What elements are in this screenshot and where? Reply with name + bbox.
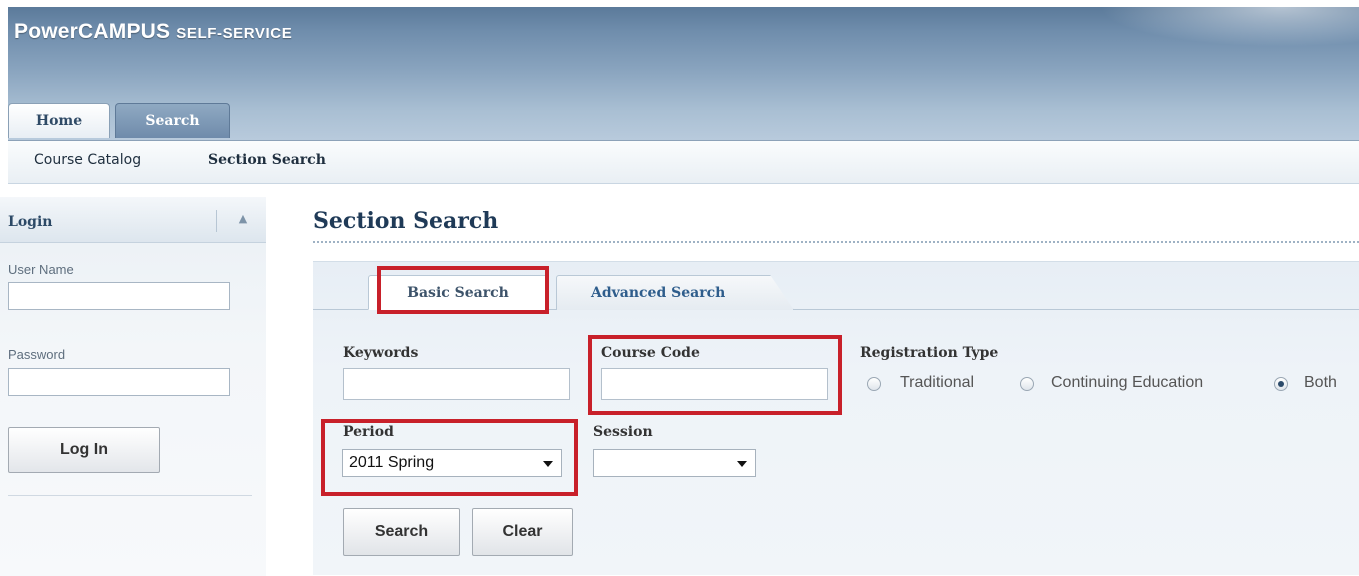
period-select[interactable]: 2011 Spring bbox=[342, 449, 562, 477]
nav-course-catalog[interactable]: Course Catalog bbox=[34, 152, 141, 168]
user-name-label: User Name bbox=[8, 262, 74, 277]
caption-strip bbox=[0, 0, 1359, 7]
period-selected-value: 2011 Spring bbox=[349, 454, 435, 471]
brand-logo: PowerCAMPUS SELF-SERVICE bbox=[14, 20, 292, 44]
brand-name: PowerCAMPUS bbox=[14, 20, 171, 43]
banner-glow bbox=[1099, 7, 1359, 47]
login-title: Login bbox=[8, 214, 53, 230]
page-title: Section Search bbox=[313, 208, 499, 234]
session-select[interactable] bbox=[593, 449, 756, 477]
login-button[interactable]: Log In bbox=[8, 427, 160, 473]
search-button[interactable]: Search bbox=[343, 508, 460, 556]
chevron-down-icon bbox=[543, 461, 553, 467]
radio-both-label[interactable]: Both bbox=[1304, 374, 1337, 392]
sidebar-divider bbox=[8, 495, 252, 496]
tab-advanced-search[interactable]: Advanced Search bbox=[556, 275, 794, 310]
tab-search[interactable]: Search bbox=[115, 103, 230, 138]
radio-both[interactable] bbox=[1274, 377, 1288, 391]
brand-suffix: SELF-SERVICE bbox=[176, 25, 293, 42]
header-divider bbox=[216, 210, 217, 232]
nav-section-search[interactable]: Section Search bbox=[208, 152, 326, 168]
radio-traditional-label[interactable]: Traditional bbox=[900, 374, 974, 392]
password-input[interactable] bbox=[8, 368, 230, 396]
session-label: Session bbox=[593, 424, 653, 440]
tab-home[interactable]: Home bbox=[8, 103, 110, 138]
tab-basic-search[interactable]: Basic Search bbox=[368, 275, 548, 310]
period-label: Period bbox=[343, 424, 394, 440]
radio-traditional[interactable] bbox=[867, 377, 881, 391]
password-label: Password bbox=[8, 347, 66, 362]
radio-continuing-education[interactable] bbox=[1020, 377, 1034, 391]
radio-continuing-education-label[interactable]: Continuing Education bbox=[1051, 374, 1203, 392]
keywords-input[interactable] bbox=[343, 368, 570, 400]
course-code-input[interactable] bbox=[601, 368, 828, 400]
collapse-icon[interactable]: ▲ bbox=[236, 212, 250, 226]
clear-button[interactable]: Clear bbox=[472, 508, 573, 556]
registration-type-label: Registration Type bbox=[860, 345, 999, 361]
keywords-label: Keywords bbox=[343, 345, 419, 361]
user-name-input[interactable] bbox=[8, 282, 230, 310]
course-code-label: Course Code bbox=[601, 345, 700, 361]
chevron-down-icon bbox=[737, 461, 747, 467]
title-divider bbox=[313, 241, 1359, 243]
